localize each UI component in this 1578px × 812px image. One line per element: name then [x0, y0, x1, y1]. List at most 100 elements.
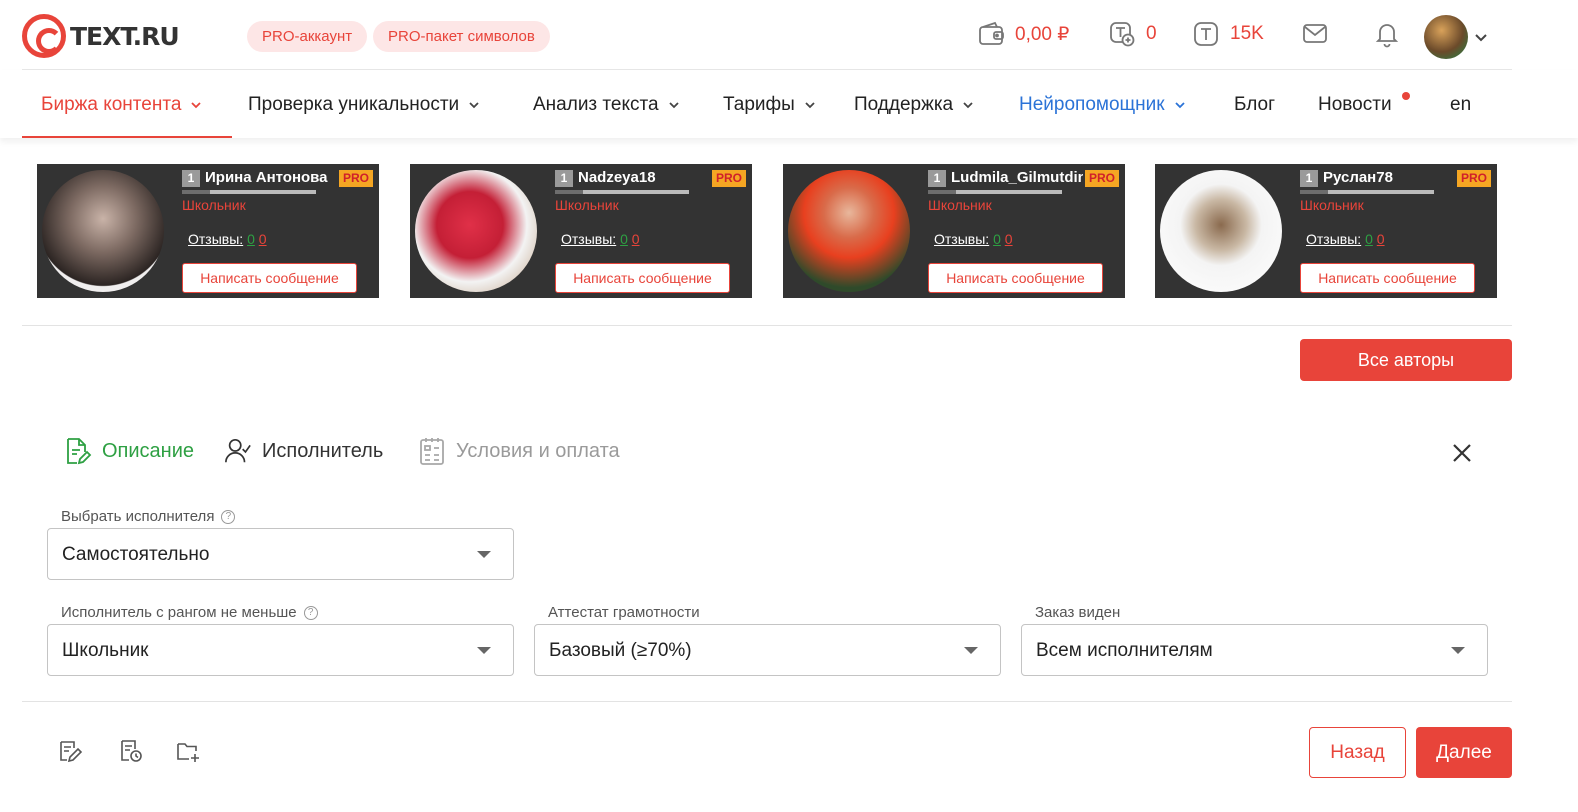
schedule-document-icon[interactable]: [118, 738, 144, 764]
pro-badge: PRO: [712, 170, 746, 187]
write-message-button[interactable]: Написать сообщение: [555, 263, 730, 293]
mail-icon[interactable]: [1301, 20, 1329, 48]
symbol-t-icon: [1194, 22, 1218, 46]
pro-package-pill[interactable]: PRO-пакет символов: [373, 21, 550, 52]
step-label: Описание: [102, 439, 195, 462]
visibility-select[interactable]: Всем исполнителям: [1021, 624, 1488, 676]
symbols-value: 15K: [1230, 23, 1264, 44]
nav-label: Нейропомощник: [1019, 94, 1165, 115]
reviews-label: Отзывы:: [188, 231, 244, 247]
chevron-down-icon[interactable]: [1474, 30, 1488, 44]
news-notification-dot: [1402, 92, 1410, 100]
nav-uniqueness-check[interactable]: Проверка уникальности: [248, 94, 480, 116]
author-card: 1 Руслан78 PRO Школьник Отзывы: 0 0 Напи…: [1155, 164, 1497, 298]
user-avatar[interactable]: [1424, 15, 1468, 59]
nav-label: en: [1450, 94, 1472, 115]
user-check-icon: [225, 438, 251, 463]
author-reviews[interactable]: Отзывы: 0 0: [188, 231, 267, 247]
top-bar: TEXT.RU PRO-аккаунт PRO-пакет символов 0…: [22, 0, 1512, 70]
author-name[interactable]: Ludmila_Gilmutdinova: [951, 169, 1083, 186]
author-card: 1 Ирина Антонова PRO Школьник Отзывы: 0 …: [37, 164, 379, 298]
attest-select-label: Аттестат грамотности: [548, 604, 700, 621]
nav-language-en[interactable]: en: [1450, 94, 1471, 116]
author-card: 1 Nadzeya18 PRO Школьник Отзывы: 0 0 Нап…: [410, 164, 752, 298]
step-terms-payment[interactable]: Условия и оплата: [418, 436, 620, 466]
all-authors-button[interactable]: Все авторы: [1300, 339, 1512, 381]
author-card: 1 Ludmila_Gilmutdinova PRO Школьник Отзы…: [783, 164, 1125, 298]
reviews-negative: 0: [258, 231, 267, 247]
attest-select[interactable]: Базовый (≥70%): [534, 624, 1001, 676]
nav-label: Анализ текста: [533, 94, 659, 115]
chevron-down-icon: [191, 102, 202, 109]
reviews-negative: 0: [631, 231, 640, 247]
main-nav: Биржа контента Проверка уникальности Ана…: [0, 70, 1578, 138]
write-message-button[interactable]: Написать сообщение: [182, 263, 357, 293]
author-reviews[interactable]: Отзывы: 0 0: [1306, 231, 1385, 247]
site-logo[interactable]: TEXT.RU: [22, 14, 180, 58]
author-photo[interactable]: [415, 170, 537, 292]
author-reviews[interactable]: Отзывы: 0 0: [561, 231, 640, 247]
reviews-label: Отзывы:: [1306, 231, 1362, 247]
nav-active-underline: [22, 136, 232, 138]
author-rank-name: Школьник: [555, 197, 619, 213]
nav-blog[interactable]: Блог: [1234, 94, 1275, 116]
author-name[interactable]: Руслан78: [1323, 169, 1455, 186]
wallet-icon: [979, 21, 1004, 45]
add-folder-icon[interactable]: [175, 738, 201, 764]
step-description[interactable]: Описание: [64, 436, 194, 466]
executor-select[interactable]: Самостоятельно: [47, 528, 514, 580]
rank-progress-bar: [1300, 190, 1434, 194]
nav-support[interactable]: Поддержка: [854, 94, 974, 116]
nav-label: Новости: [1318, 94, 1392, 115]
select-value: Школьник: [62, 640, 149, 661]
nav-text-analysis[interactable]: Анализ текста: [533, 94, 680, 116]
nav-neuro-assistant[interactable]: Нейропомощник: [1019, 94, 1186, 116]
author-name[interactable]: Ирина Антонова: [205, 169, 337, 186]
chevron-down-icon: [668, 102, 679, 109]
balance-stat[interactable]: 0,00 ₽: [977, 20, 1069, 48]
section-divider: [22, 325, 1512, 326]
close-icon[interactable]: [1450, 441, 1474, 465]
nav-label: Блог: [1234, 94, 1276, 115]
tokens-value: 0: [1146, 23, 1157, 44]
reviews-label: Отзывы:: [561, 231, 617, 247]
visibility-select-label: Заказ виден: [1035, 604, 1120, 621]
rank-select-label: Исполнитель с рангом не меньше ?: [61, 604, 318, 621]
back-button[interactable]: Назад: [1309, 727, 1406, 778]
symbols-stat[interactable]: 15K: [1192, 20, 1264, 48]
author-photo[interactable]: [42, 170, 164, 292]
nav-news[interactable]: Новости: [1318, 94, 1392, 116]
author-name[interactable]: Nadzeya18: [578, 169, 710, 186]
token-plus-icon: [1110, 22, 1135, 47]
reviews-positive: 0: [620, 231, 628, 247]
caret-down-icon: [477, 647, 491, 654]
step-label: Условия и оплата: [456, 439, 620, 462]
author-rank-name: Школьник: [928, 197, 992, 213]
edit-document-icon[interactable]: [57, 738, 83, 764]
step-label: Исполнитель: [262, 439, 384, 462]
author-photo[interactable]: [1160, 170, 1282, 292]
rank-select[interactable]: Школьник: [47, 624, 514, 676]
rank-progress-bar: [182, 190, 316, 194]
bell-icon[interactable]: [1373, 20, 1401, 48]
author-rank-badge: 1: [182, 170, 200, 187]
author-photo[interactable]: [788, 170, 910, 292]
executor-select-label: Выбрать исполнителя ?: [61, 508, 236, 525]
step-executor[interactable]: Исполнитель: [224, 436, 383, 466]
write-message-button[interactable]: Написать сообщение: [1300, 263, 1475, 293]
chevron-down-icon: [1174, 102, 1185, 109]
pro-account-pill[interactable]: PRO-аккаунт: [247, 21, 368, 52]
pro-badge: PRO: [339, 170, 373, 187]
author-reviews[interactable]: Отзывы: 0 0: [934, 231, 1013, 247]
reviews-positive: 0: [247, 231, 255, 247]
help-question-icon[interactable]: ?: [303, 605, 318, 620]
pro-badge: PRO: [1085, 170, 1119, 187]
nav-content-exchange[interactable]: Биржа контента: [41, 94, 202, 116]
write-message-button[interactable]: Написать сообщение: [928, 263, 1103, 293]
next-button[interactable]: Далее: [1416, 727, 1512, 778]
tokens-stat[interactable]: 0: [1108, 20, 1157, 48]
nav-tariffs[interactable]: Тарифы: [723, 94, 816, 116]
help-question-icon[interactable]: ?: [221, 509, 236, 524]
select-value: Самостоятельно: [62, 544, 210, 565]
reviews-negative: 0: [1376, 231, 1385, 247]
